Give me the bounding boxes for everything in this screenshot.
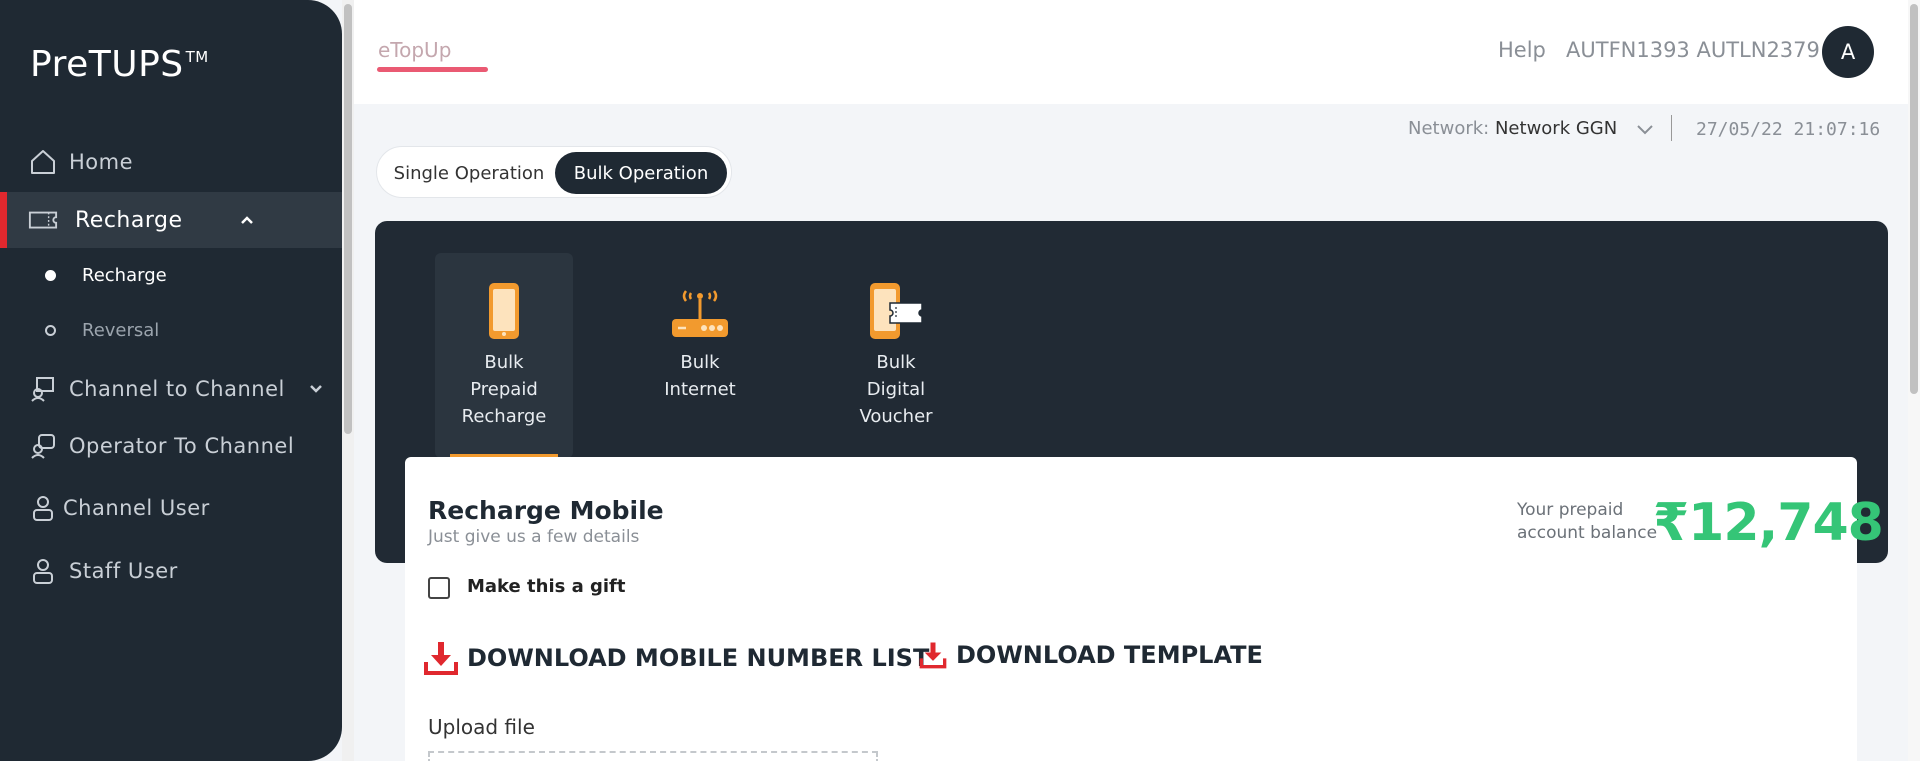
- download-label: DOWNLOAD TEMPLATE: [956, 641, 1263, 669]
- user-icon: [28, 556, 58, 586]
- service-label-line: Digital: [866, 379, 926, 400]
- logo-text: PreTUPS: [30, 44, 184, 85]
- sidebar-scrollbar[interactable]: [342, 0, 354, 761]
- download-mobile-number-list-button[interactable]: DOWNLOAD MOBILE NUMBER LIST: [423, 640, 929, 676]
- tab-etopup[interactable]: eTopUp: [378, 38, 451, 62]
- sidebar: PreTUPS TM Home Recharge Recharge Reversa…: [0, 0, 342, 761]
- service-label-line: Bulk: [484, 352, 524, 373]
- tab-active-indicator: [377, 67, 488, 72]
- download-icon: [424, 642, 458, 675]
- service-label-line: Bulk: [876, 352, 916, 373]
- wifi-router-icon: [672, 290, 728, 337]
- upload-file-label: Upload file: [428, 715, 535, 739]
- recharge-mobile-card: Recharge Mobile Just give us a few detai…: [405, 457, 1884, 761]
- upload-dropzone[interactable]: [428, 751, 878, 761]
- balance-value: ₹12,748: [1653, 493, 1884, 553]
- service-bulk-internet[interactable]: Bulk Internet: [631, 253, 769, 458]
- user-icon: [28, 493, 58, 523]
- network-value: Network GGN: [1494, 118, 1618, 139]
- scrollbar-thumb[interactable]: [1910, 4, 1918, 394]
- operation-toggle: Single Operation Bulk Operation: [376, 146, 732, 198]
- sidebar-subitem-recharge[interactable]: Recharge: [0, 255, 342, 295]
- card-subtitle: Just give us a few details: [428, 527, 640, 547]
- download-template-button[interactable]: DOWNLOAD TEMPLATE: [918, 640, 1263, 670]
- digital-voucher-icon: [870, 283, 923, 339]
- sidebar-item-label: Operator To Channel: [69, 434, 295, 458]
- page-scrollbar[interactable]: [1908, 0, 1920, 761]
- channel-to-channel-icon: [28, 374, 58, 404]
- sidebar-item-channel-to-channel[interactable]: Channel to Channel: [0, 361, 342, 417]
- home-icon: [28, 147, 58, 177]
- network-selector[interactable]: Network: Network GGN: [1408, 118, 1617, 139]
- user-name[interactable]: AUTFN1393 AUTLN2379: [1566, 38, 1820, 62]
- service-label-line: Voucher: [859, 406, 933, 427]
- bulk-operation-button[interactable]: Bulk Operation: [555, 152, 727, 194]
- sidebar-item-recharge[interactable]: Recharge: [0, 192, 342, 248]
- download-icon: [919, 642, 947, 669]
- avatar[interactable]: A: [1822, 26, 1874, 78]
- chevron-up-icon[interactable]: [240, 213, 254, 227]
- chevron-down-icon[interactable]: [1636, 122, 1654, 136]
- bullet-filled-icon: [45, 269, 56, 281]
- sidebar-subitem-label: Recharge: [82, 264, 167, 286]
- mobile-phone-icon: [489, 283, 519, 339]
- scrollbar-thumb[interactable]: [344, 4, 352, 434]
- current-datetime: 27/05/22 21:07:16: [1696, 119, 1881, 140]
- service-bulk-digital-voucher[interactable]: Bulk Digital Voucher: [827, 253, 965, 458]
- divider: [1671, 115, 1672, 141]
- sidebar-item-label: Channel User: [63, 496, 210, 520]
- service-label-line: Bulk: [680, 352, 720, 373]
- service-bulk-prepaid-recharge[interactable]: Bulk Prepaid Recharge: [435, 253, 573, 458]
- sidebar-item-label: Staff User: [69, 559, 178, 583]
- sidebar-item-label: Home: [69, 150, 134, 174]
- network-label: Network:: [1408, 118, 1490, 139]
- service-label-line: Recharge: [461, 406, 547, 427]
- app-logo[interactable]: PreTUPS TM: [30, 44, 209, 85]
- top-header: eTopUp Help AUTFN1393 AUTLN2379 A: [354, 0, 1908, 104]
- service-label-line: Internet: [664, 379, 736, 400]
- download-label: DOWNLOAD MOBILE NUMBER LIST: [467, 644, 930, 672]
- single-operation-button[interactable]: Single Operation: [383, 152, 555, 194]
- gift-checkbox[interactable]: [428, 577, 450, 599]
- card-title: Recharge Mobile: [428, 496, 664, 525]
- gift-checkbox-label[interactable]: Make this a gift: [467, 576, 626, 597]
- sidebar-item-label: Channel to Channel: [69, 377, 285, 401]
- sidebar-subitem-label: Reversal: [82, 319, 160, 341]
- logo-trademark: TM: [185, 48, 209, 66]
- sidebar-item-operator-to-channel[interactable]: Operator To Channel: [0, 418, 342, 474]
- balance-label: Your prepaid account balance: [1517, 500, 1658, 543]
- bullet-empty-icon: [45, 324, 56, 336]
- sidebar-item-label: Recharge: [75, 207, 183, 233]
- service-label-line: Prepaid: [470, 379, 538, 400]
- sidebar-item-staff-user[interactable]: Staff User: [0, 543, 342, 599]
- sidebar-subitem-reversal[interactable]: Reversal: [0, 310, 342, 350]
- help-link[interactable]: Help: [1498, 38, 1546, 62]
- operator-to-channel-icon: [28, 431, 58, 461]
- sidebar-item-channel-user[interactable]: Channel User: [0, 480, 342, 536]
- recharge-icon: [28, 205, 58, 235]
- chevron-down-icon[interactable]: [309, 382, 323, 396]
- sidebar-item-home[interactable]: Home: [0, 134, 342, 190]
